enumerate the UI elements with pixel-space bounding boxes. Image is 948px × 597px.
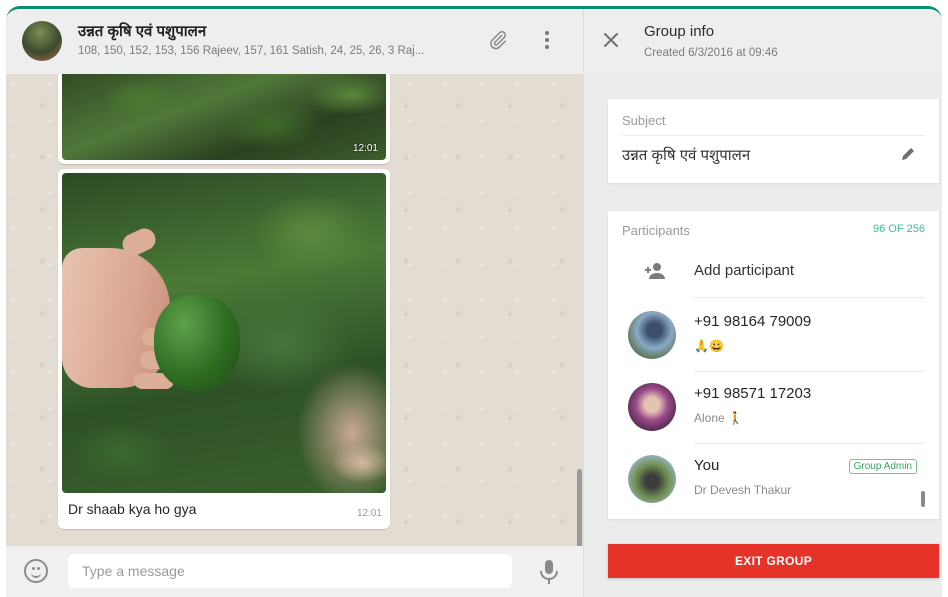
pepper-in-hand-photo[interactable] — [62, 173, 386, 493]
group-info-header: Group info Created 6/3/2016 at 09:46 — [584, 9, 942, 74]
divider — [694, 371, 925, 372]
avatar — [628, 383, 676, 431]
image-message[interactable]: Dr shaab kya ho gya 12:01 — [58, 169, 390, 529]
emoji-icon[interactable] — [24, 559, 48, 583]
avatar — [628, 455, 676, 503]
participant-name: +91 98571 17203 — [694, 385, 812, 402]
participant-row[interactable]: You Dr Devesh Thakur Group Admin — [608, 445, 939, 515]
subject-card: Subject उन्नत कृषि एवं पशुपालन — [608, 99, 939, 183]
participants-card: Participants 96 OF 256 Add participant +… — [608, 211, 939, 519]
subject-label: Subject — [622, 113, 666, 128]
paperclip-icon[interactable] — [485, 27, 511, 53]
participant-row[interactable]: +91 98164 79009 🙏😀 — [608, 301, 939, 371]
chat-members: 108, 150, 152, 153, 156 Rajeev, 157, 161… — [78, 45, 425, 57]
chat-header[interactable]: उन्नत कृषि एवं पशुपालन 108, 150, 152, 15… — [6, 9, 583, 75]
group-created-date: Created 6/3/2016 at 09:46 — [644, 47, 778, 59]
participant-status: Alone 🚶 — [694, 411, 743, 425]
exit-group-button[interactable]: EXIT GROUP — [608, 544, 939, 578]
add-participant-button[interactable]: Add participant — [608, 247, 939, 297]
group-info-title: Group info — [644, 23, 715, 40]
add-participant-label: Add participant — [694, 262, 795, 279]
close-icon[interactable] — [602, 31, 620, 49]
participant-name: You — [694, 457, 720, 474]
message-list[interactable]: 12:01 Dr shaab kya ho gya 12:01 — [6, 74, 583, 546]
image-message[interactable]: 12:01 — [58, 74, 390, 164]
chat-title: उन्नत कृषि एवं पशुपालन — [78, 23, 207, 40]
edit-pencil-icon[interactable] — [899, 145, 917, 163]
participant-row[interactable]: +91 98571 17203 Alone 🚶 — [608, 373, 939, 443]
pepper-plant-photo[interactable]: 12:01 — [62, 74, 386, 160]
group-subject: उन्नत कृषि एवं पशुपालन — [622, 147, 751, 164]
divider — [622, 135, 925, 136]
group-avatar[interactable] — [22, 21, 62, 61]
avatar — [628, 311, 676, 359]
participants-count: 96 OF 256 — [873, 223, 925, 235]
message-input[interactable] — [68, 554, 512, 588]
participant-status: Dr Devesh Thakur — [694, 483, 792, 497]
participants-label: Participants — [622, 223, 690, 238]
participant-status: 🙏😀 — [694, 339, 724, 353]
participant-name: +91 98164 79009 — [694, 313, 812, 330]
add-person-icon — [644, 261, 666, 281]
participants-scrollbar[interactable] — [921, 491, 925, 507]
compose-bar — [6, 546, 583, 597]
chat-scrollbar[interactable] — [577, 469, 582, 546]
whatsapp-window: उन्नत कृषि एवं पशुपालन 108, 150, 152, 15… — [6, 6, 942, 597]
divider — [694, 297, 925, 298]
microphone-icon[interactable] — [538, 558, 560, 586]
group-info-pane: Group info Created 6/3/2016 at 09:46 Sub… — [583, 9, 942, 597]
message-time: 12:01 — [352, 143, 378, 154]
green-pepper-graphic — [154, 295, 240, 391]
chat-pane: उन्नत कृषि एवं पशुपालन 108, 150, 152, 15… — [6, 9, 583, 597]
group-admin-badge: Group Admin — [848, 459, 917, 474]
message-time: 12:01 — [356, 508, 382, 519]
menu-icon[interactable] — [534, 27, 560, 53]
divider — [694, 443, 925, 444]
message-caption: Dr shaab kya ho gya — [68, 501, 197, 517]
